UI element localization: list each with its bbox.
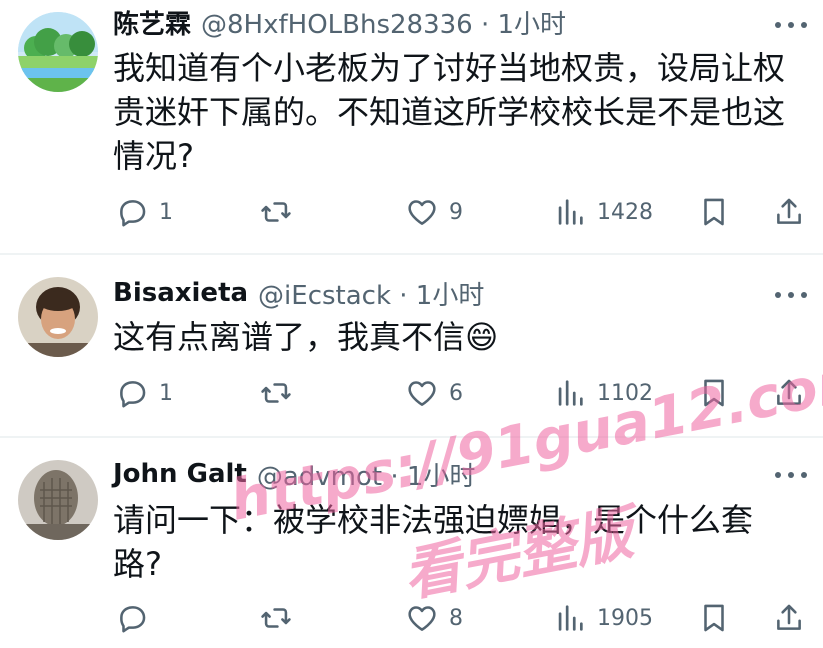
bookmark-button[interactable] [697,598,731,638]
tweet-1[interactable]: 陈艺霖 @8HxfHOLBhs28336 · 1小时 我知道有个小老板为了讨好当… [0,0,823,252]
author-handle-time[interactable]: @advmot · 1小时 [257,456,476,493]
bookmark-button[interactable] [697,192,731,232]
views-button[interactable]: 1102 [553,373,653,413]
retweet-icon [261,608,291,628]
reply-icon [120,381,146,408]
author-handle-time[interactable]: @8HxfHOLBhs28336 · 1小时 [201,4,566,41]
heart-icon [408,381,436,406]
retweet-button[interactable] [259,373,303,413]
tweet-text-line: 这有点离谱了，我真不信😄 [113,318,499,356]
views-chart-icon [558,199,583,225]
bookmark-icon [704,604,724,632]
views-button[interactable]: 1905 [553,598,653,638]
like-button[interactable]: 6 [405,373,463,413]
more-options-icon[interactable] [775,290,807,300]
person-photo-avatar-icon [18,277,98,357]
view-count: 1905 [597,605,653,631]
tweet-text: 这有点离谱了，我真不信😄 [113,315,803,359]
like-count: 6 [449,380,463,406]
tweet-actions: 8 1905 [0,598,823,638]
tweet-text-line: 我知道有个小老板为了讨好当地权贵，设局让权 [113,49,786,87]
reply-icon [120,200,146,227]
view-count: 1428 [597,199,653,225]
tweet-text-line: 情况? [113,137,194,175]
reply-button[interactable] [115,598,159,638]
views-chart-icon [558,605,583,631]
avatar[interactable] [18,460,98,540]
author-name[interactable]: John Galt [113,459,247,489]
share-button[interactable] [772,192,806,232]
reply-button[interactable]: 1 [115,373,173,413]
share-icon [777,198,801,224]
tweet-2[interactable]: Bisaxieta @iEcstack · 1小时 这有点离谱了，我真不信😄 1… [0,255,823,435]
reply-count: 1 [159,199,173,225]
reply-count: 1 [159,380,173,406]
tweet-header: Bisaxieta @iEcstack · 1小时 [113,273,484,313]
retweet-button[interactable] [259,192,303,232]
heart-icon [408,606,436,631]
bookmark-button[interactable] [697,373,731,413]
reply-icon [120,606,146,633]
author-name[interactable]: Bisaxieta [113,278,248,308]
tweet-header: John Galt @advmot · 1小时 [113,454,475,494]
like-button[interactable]: 9 [405,192,463,232]
tweet-text-line: 路? [113,545,162,583]
tweet-text: 我知道有个小老板为了讨好当地权贵，设局让权 贵迷奸下属的。不知道这所学校校长是不… [113,46,803,178]
tweet-actions: 1 6 1102 [0,373,823,413]
tweet-3[interactable]: John Galt @advmot · 1小时 请问一下：被学校非法强迫嫖娼，是… [0,438,823,648]
landscape-avatar-icon [18,12,98,92]
views-button[interactable]: 1428 [553,192,653,232]
views-chart-icon [558,380,583,406]
statue-avatar-icon [18,460,98,540]
tweet-header: 陈艺霖 @8HxfHOLBhs28336 · 1小时 [113,2,566,42]
like-count: 8 [449,605,463,631]
bookmark-icon [704,198,724,226]
tweet-text-line: 贵迷奸下属的。不知道这所学校校长是不是也这 [113,93,786,131]
share-button[interactable] [772,373,806,413]
retweet-button[interactable] [259,598,303,638]
retweet-icon [261,383,291,403]
retweet-icon [261,202,291,222]
more-options-icon[interactable] [775,470,807,480]
like-button[interactable]: 8 [405,598,463,638]
like-count: 9 [449,199,463,225]
author-name[interactable]: 陈艺霖 [113,4,191,41]
heart-icon [408,200,436,225]
tweet-text-line: 请问一下：被学校非法强迫嫖娼，是个什么套 [113,501,754,539]
avatar[interactable] [18,12,98,92]
view-count: 1102 [597,380,653,406]
share-icon [777,604,801,630]
more-options-icon[interactable] [775,20,807,30]
tweet-text: 请问一下：被学校非法强迫嫖娼，是个什么套 路? [113,498,803,586]
avatar[interactable] [18,277,98,357]
share-button[interactable] [772,598,806,638]
bookmark-icon [704,379,724,407]
share-icon [777,379,801,405]
tweet-actions: 1 9 1428 [0,192,823,232]
reply-button[interactable]: 1 [115,192,173,232]
author-handle-time[interactable]: @iEcstack · 1小时 [258,275,484,312]
